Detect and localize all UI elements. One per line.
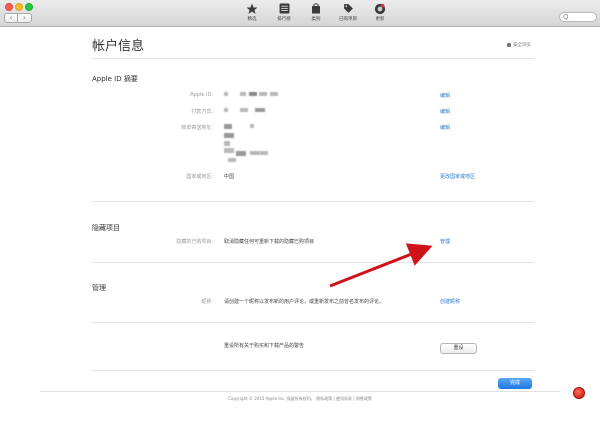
annotation-arrow-icon bbox=[329, 243, 433, 288]
